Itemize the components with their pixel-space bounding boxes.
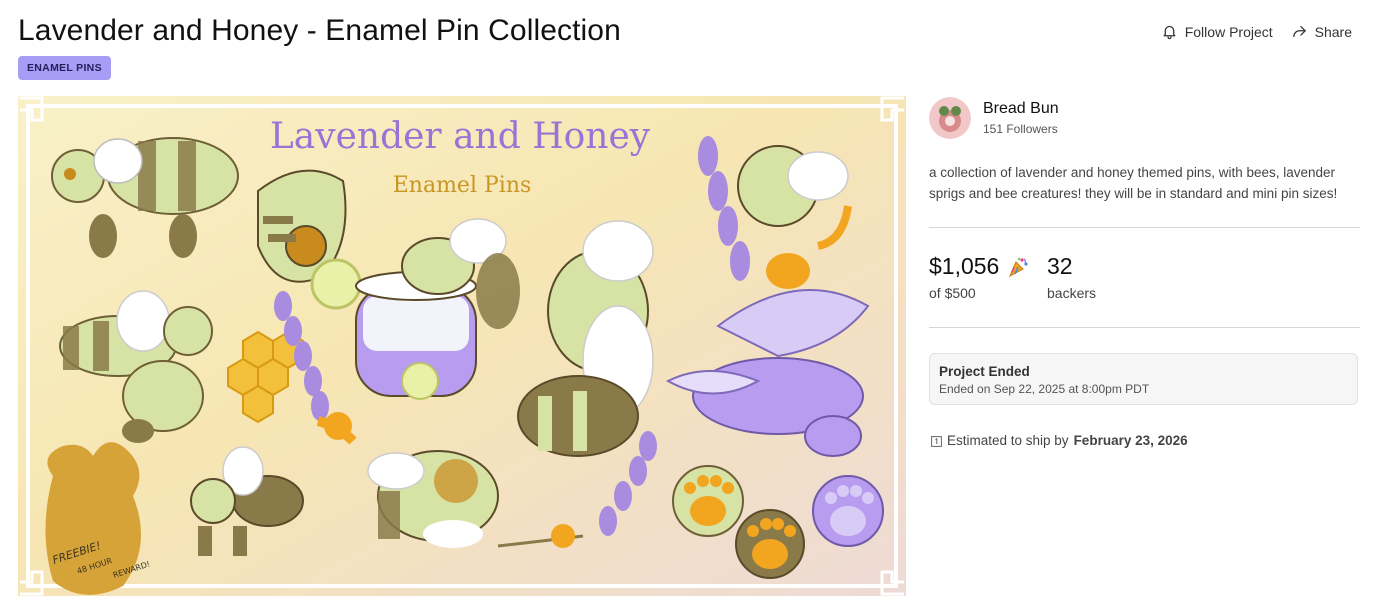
shipping-date: February 23, 2026 (1073, 433, 1188, 448)
goal-amount: of $500 (929, 285, 976, 301)
project-hero-image[interactable]: Lavender and Honey Enamel Pins FREEBIE! … (18, 96, 906, 596)
project-status-box: Project Ended Ended on Sep 22, 2025 at 8… (929, 353, 1358, 405)
party-popper-icon (1009, 257, 1028, 277)
amount-raised: $1,056 (929, 253, 1000, 279)
status-title: Project Ended (939, 364, 1030, 379)
calendar-icon (931, 435, 942, 447)
hero-subtitle-text: Enamel Pins (393, 173, 532, 198)
creator-name[interactable]: Bread Bun (983, 100, 1059, 118)
funding-stat: $1,056 of $500 (929, 253, 1029, 301)
creator-avatar-image (929, 97, 971, 139)
divider (929, 327, 1360, 328)
status-end-date: Ended on Sep 22, 2025 at 8:00pm PDT (939, 382, 1150, 396)
creator-card[interactable]: Bread Bun 151 Followers (929, 97, 1059, 139)
hero-artwork: Lavender and Honey Enamel Pins FREEBIE! … (18, 96, 906, 596)
backers-label: backers (1047, 285, 1097, 301)
fluffy-bee-pin (367, 450, 499, 548)
share-label: Share (1314, 23, 1352, 40)
bell-icon (1163, 25, 1176, 40)
divider (929, 227, 1360, 228)
share-icon (1292, 25, 1306, 38)
backers-stat: 32 backers (1047, 253, 1096, 301)
freebie-pin: FREEBIE! 48 HOUR REWARD! (45, 442, 151, 595)
project-title: Lavender and Honey - Enamel Pin Collecti… (18, 14, 621, 47)
project-actions: Follow Project Share (1161, 23, 1352, 40)
creator-avatar[interactable] (929, 97, 971, 139)
creator-followers: 151 Followers (983, 122, 1058, 136)
backers-count: 32 (1047, 253, 1073, 279)
hero-title-text: Lavender and Honey (270, 116, 651, 157)
shipping-prefix: Estimated to ship by (947, 433, 1069, 448)
lemon-slice (310, 258, 362, 310)
follow-project-button[interactable]: Follow Project (1161, 23, 1273, 40)
project-blurb: a collection of lavender and honey theme… (929, 165, 1338, 201)
shipping-estimate: Estimated to ship by February 23, 2026 (931, 433, 1188, 448)
share-button[interactable]: Share (1291, 23, 1352, 40)
category-tag[interactable]: ENAMEL PINS (18, 56, 111, 80)
follow-project-label: Follow Project (1184, 23, 1273, 40)
